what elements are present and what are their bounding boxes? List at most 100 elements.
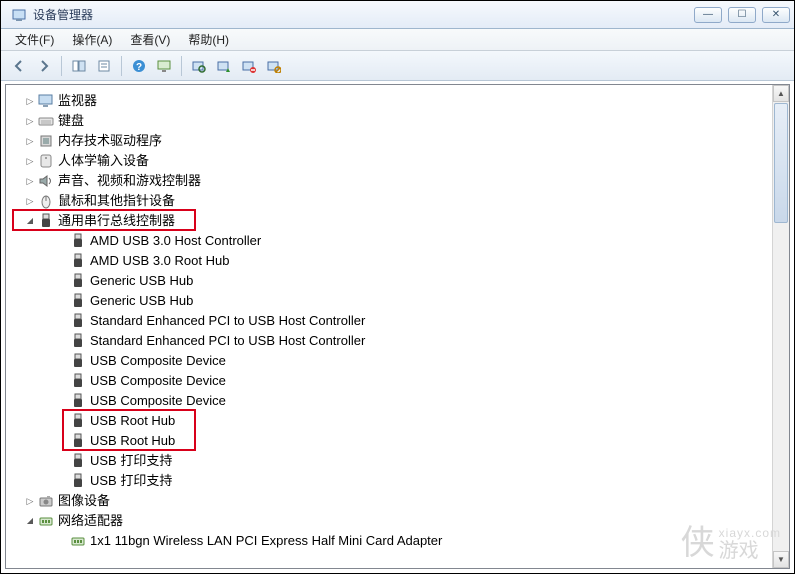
- usb-icon: [70, 293, 86, 309]
- tree-item-label: USB 打印支持: [90, 471, 172, 491]
- usb-icon: [70, 273, 86, 289]
- sound-icon: [38, 173, 54, 189]
- minimize-button[interactable]: —: [694, 7, 722, 23]
- maximize-button[interactable]: ☐: [728, 7, 756, 23]
- device-manager-window: 设备管理器 — ☐ ✕ 文件(F) 操作(A) 查看(V) 帮助(H) ? 监视…: [0, 0, 795, 574]
- forward-button[interactable]: [32, 54, 56, 78]
- tree-row[interactable]: 网络适配器: [10, 511, 785, 531]
- net-icon: [70, 533, 86, 549]
- toolbar: ?: [1, 51, 794, 81]
- tree-row[interactable]: USB Root Hub: [10, 431, 785, 451]
- tree-row[interactable]: AMD USB 3.0 Root Hub: [10, 251, 785, 271]
- tree-row[interactable]: USB Root Hub: [10, 411, 785, 431]
- tree-row[interactable]: 图像设备: [10, 491, 785, 511]
- expand-arrow-icon: [56, 535, 68, 547]
- scroll-thumb[interactable]: [774, 103, 788, 223]
- expand-arrow-icon: [56, 415, 68, 427]
- menu-view[interactable]: 查看(V): [122, 29, 178, 50]
- tree-item-label: 声音、视频和游戏控制器: [58, 171, 201, 191]
- tree-item-label: 网络适配器: [58, 511, 123, 531]
- expand-arrow-icon[interactable]: [24, 135, 36, 147]
- menu-file[interactable]: 文件(F): [7, 29, 62, 50]
- toolbar-separator: [181, 56, 182, 76]
- tree-row[interactable]: 声音、视频和游戏控制器: [10, 171, 785, 191]
- menu-help[interactable]: 帮助(H): [180, 29, 237, 50]
- tree-item-label: USB 打印支持: [90, 451, 172, 471]
- scan-hardware-button[interactable]: [187, 54, 211, 78]
- usb-icon: [70, 393, 86, 409]
- tree-item-label: 键盘: [58, 111, 84, 131]
- menu-action[interactable]: 操作(A): [64, 29, 120, 50]
- monitor-icon: [38, 93, 54, 109]
- app-icon: [11, 7, 27, 23]
- expand-arrow-icon[interactable]: [24, 155, 36, 167]
- expand-arrow-icon[interactable]: [24, 115, 36, 127]
- tree-row[interactable]: Standard Enhanced PCI to USB Host Contro…: [10, 331, 785, 351]
- expand-arrow-icon: [56, 295, 68, 307]
- back-button[interactable]: [7, 54, 31, 78]
- tree-row[interactable]: 人体学输入设备: [10, 151, 785, 171]
- tree-item-label: Standard Enhanced PCI to USB Host Contro…: [90, 311, 365, 331]
- usb-icon: [70, 453, 86, 469]
- uninstall-button[interactable]: [237, 54, 261, 78]
- tree-row[interactable]: USB Composite Device: [10, 351, 785, 371]
- tree-item-label: AMD USB 3.0 Host Controller: [90, 231, 261, 251]
- tree-row[interactable]: 内存技术驱动程序: [10, 131, 785, 151]
- expand-arrow-icon[interactable]: [24, 95, 36, 107]
- tree-row[interactable]: AMD USB 3.0 Host Controller: [10, 231, 785, 251]
- expand-arrow-icon[interactable]: [24, 175, 36, 187]
- scroll-down-button[interactable]: ▼: [773, 551, 789, 568]
- close-button[interactable]: ✕: [762, 7, 790, 23]
- expand-arrow-icon[interactable]: [24, 195, 36, 207]
- usb-icon: [70, 413, 86, 429]
- chip-icon: [38, 133, 54, 149]
- help-button[interactable]: ?: [127, 54, 151, 78]
- tree-item-label: USB Composite Device: [90, 371, 226, 391]
- tree-row[interactable]: 鼠标和其他指针设备: [10, 191, 785, 211]
- usb-icon: [70, 433, 86, 449]
- tree-item-label: 通用串行总线控制器: [58, 211, 175, 231]
- tree-item-label: 鼠标和其他指针设备: [58, 191, 175, 211]
- disable-button[interactable]: [262, 54, 286, 78]
- tree-row[interactable]: Standard Enhanced PCI to USB Host Contro…: [10, 311, 785, 331]
- usb-icon: [38, 213, 54, 229]
- tree-row[interactable]: 键盘: [10, 111, 785, 131]
- tree-row[interactable]: USB Composite Device: [10, 391, 785, 411]
- tree-row[interactable]: 监视器: [10, 91, 785, 111]
- expand-arrow-icon[interactable]: [24, 515, 36, 527]
- vertical-scrollbar[interactable]: ▲ ▼: [772, 85, 789, 568]
- mouse-icon: [38, 193, 54, 209]
- tree-item-label: USB Composite Device: [90, 351, 226, 371]
- tree-panel: 监视器键盘内存技术驱动程序人体学输入设备声音、视频和游戏控制器鼠标和其他指针设备…: [5, 84, 790, 569]
- tree-item-label: USB Root Hub: [90, 431, 175, 451]
- toolbar-separator: [61, 56, 62, 76]
- update-driver-button[interactable]: [212, 54, 236, 78]
- tree-row[interactable]: USB Composite Device: [10, 371, 785, 391]
- usb-icon: [70, 473, 86, 489]
- tree-row[interactable]: 1x1 11bgn Wireless LAN PCI Express Half …: [10, 531, 785, 551]
- usb-icon: [70, 233, 86, 249]
- titlebar[interactable]: 设备管理器 — ☐ ✕: [1, 1, 794, 29]
- expand-arrow-icon[interactable]: [24, 215, 36, 227]
- tree-item-label: Generic USB Hub: [90, 271, 193, 291]
- tree-row[interactable]: USB 打印支持: [10, 451, 785, 471]
- hid-icon: [38, 153, 54, 169]
- expand-arrow-icon[interactable]: [24, 495, 36, 507]
- monitor-toolbar-icon[interactable]: [152, 54, 176, 78]
- camera-icon: [38, 493, 54, 509]
- tree-item-label: 人体学输入设备: [58, 151, 149, 171]
- tree-row[interactable]: Generic USB Hub: [10, 291, 785, 311]
- tree-row[interactable]: Generic USB Hub: [10, 271, 785, 291]
- device-tree[interactable]: 监视器键盘内存技术驱动程序人体学输入设备声音、视频和游戏控制器鼠标和其他指针设备…: [6, 85, 789, 557]
- show-hide-console-button[interactable]: [67, 54, 91, 78]
- svg-text:?: ?: [136, 62, 142, 73]
- tree-row[interactable]: USB 打印支持: [10, 471, 785, 491]
- scroll-up-button[interactable]: ▲: [773, 85, 789, 102]
- expand-arrow-icon: [56, 435, 68, 447]
- tree-row[interactable]: 通用串行总线控制器: [10, 211, 785, 231]
- net-icon: [38, 513, 54, 529]
- properties-button[interactable]: [92, 54, 116, 78]
- expand-arrow-icon: [56, 455, 68, 467]
- keyboard-icon: [38, 113, 54, 129]
- tree-item-label: 内存技术驱动程序: [58, 131, 162, 151]
